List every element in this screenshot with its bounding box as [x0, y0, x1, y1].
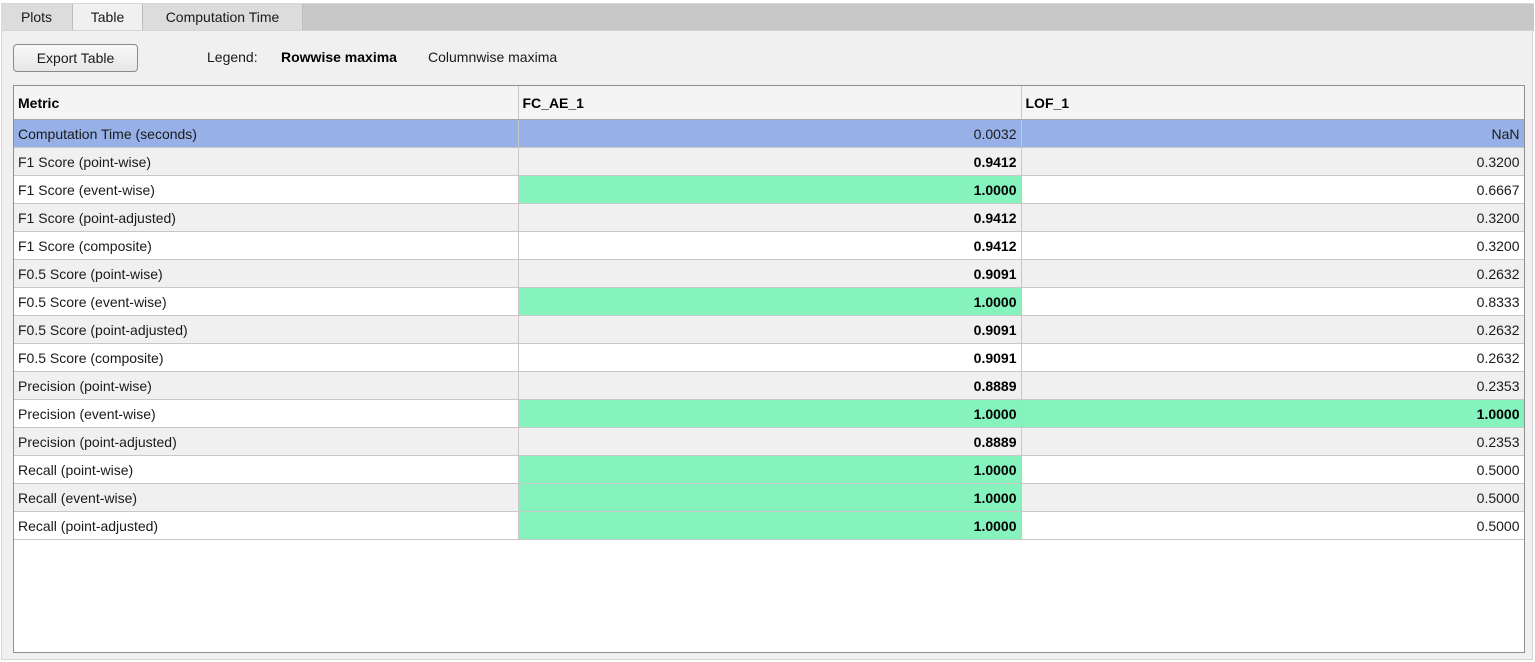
fc-ae-1-value-cell[interactable]: 0.9091: [518, 343, 1022, 372]
table-row[interactable]: Precision (event-wise) 1.0000 1.0000: [14, 399, 1524, 428]
export-table-button[interactable]: Export Table: [13, 44, 138, 72]
fc-ae-1-value-cell[interactable]: 0.8889: [518, 371, 1022, 400]
metric-cell[interactable]: Computation Time (seconds): [14, 119, 519, 148]
metric-cell[interactable]: F0.5 Score (event-wise): [14, 287, 519, 316]
fc-ae-1-value-cell[interactable]: 0.8889: [518, 427, 1022, 456]
lof-1-value-cell[interactable]: 0.8333: [1021, 287, 1524, 316]
lof-1-value-cell[interactable]: 0.5000: [1021, 511, 1524, 540]
metric-cell[interactable]: Recall (point-wise): [14, 455, 519, 484]
table-row[interactable]: F0.5 Score (event-wise) 1.0000 0.8333: [14, 287, 1524, 316]
lof-1-value-cell[interactable]: NaN: [1021, 119, 1524, 148]
lof-1-value-cell[interactable]: 0.3200: [1021, 147, 1524, 176]
column-header-lof-1[interactable]: LOF_1: [1021, 86, 1524, 120]
fc-ae-1-value-cell[interactable]: 0.9091: [518, 315, 1022, 344]
fc-ae-1-value-cell[interactable]: 0.9412: [518, 147, 1022, 176]
lof-1-value-cell[interactable]: 0.6667: [1021, 175, 1524, 204]
lof-1-value-cell[interactable]: 0.2353: [1021, 371, 1524, 400]
metric-cell[interactable]: F1 Score (event-wise): [14, 175, 519, 204]
metric-cell[interactable]: F1 Score (composite): [14, 231, 519, 260]
metric-cell[interactable]: Precision (event-wise): [14, 399, 519, 428]
column-header-metric[interactable]: Metric: [14, 86, 519, 120]
table-row[interactable]: Computation Time (seconds) 0.0032 NaN: [14, 119, 1524, 148]
results-table: Metric FC_AE_1 LOF_1 Computation Time (s…: [14, 86, 1524, 540]
legend-rowwise-maxima: Rowwise maxima: [281, 49, 397, 65]
lof-1-value-cell[interactable]: 0.5000: [1021, 483, 1524, 512]
metric-cell[interactable]: F0.5 Score (point-adjusted): [14, 315, 519, 344]
table-row[interactable]: Precision (point-wise) 0.8889 0.2353: [14, 371, 1524, 400]
metric-cell[interactable]: F0.5 Score (composite): [14, 343, 519, 372]
fc-ae-1-value-cell[interactable]: 0.9091: [518, 259, 1022, 288]
lof-1-value-cell[interactable]: 0.2632: [1021, 315, 1524, 344]
fc-ae-1-value-cell[interactable]: 1.0000: [518, 511, 1022, 540]
table-row[interactable]: F0.5 Score (point-adjusted) 0.9091 0.2632: [14, 315, 1524, 344]
metric-cell[interactable]: F0.5 Score (point-wise): [14, 259, 519, 288]
fc-ae-1-value-cell[interactable]: 1.0000: [518, 483, 1022, 512]
tab-plots[interactable]: Plots: [1, 4, 73, 31]
fc-ae-1-value-cell[interactable]: 0.9412: [518, 231, 1022, 260]
table-row[interactable]: Recall (point-wise) 1.0000 0.5000: [14, 455, 1524, 484]
lof-1-value-cell[interactable]: 0.2632: [1021, 259, 1524, 288]
table-row[interactable]: F1 Score (point-wise) 0.9412 0.3200: [14, 147, 1524, 176]
fc-ae-1-value-cell[interactable]: 0.9412: [518, 203, 1022, 232]
table-row[interactable]: F1 Score (point-adjusted) 0.9412 0.3200: [14, 203, 1524, 232]
lof-1-value-cell[interactable]: 0.2632: [1021, 343, 1524, 372]
lof-1-value-cell[interactable]: 1.0000: [1021, 399, 1524, 428]
fc-ae-1-value-cell[interactable]: 1.0000: [518, 455, 1022, 484]
metric-cell[interactable]: F1 Score (point-wise): [14, 147, 519, 176]
fc-ae-1-value-cell[interactable]: 1.0000: [518, 399, 1022, 428]
lof-1-value-cell[interactable]: 0.3200: [1021, 231, 1524, 260]
lof-1-value-cell[interactable]: 0.3200: [1021, 203, 1524, 232]
fc-ae-1-value-cell[interactable]: 0.0032: [518, 119, 1022, 148]
table-row[interactable]: F0.5 Score (point-wise) 0.9091 0.2632: [14, 259, 1524, 288]
table-row[interactable]: F0.5 Score (composite) 0.9091 0.2632: [14, 343, 1524, 372]
tab-bar: Plots Table Computation Time: [1, 3, 1534, 32]
legend-columnwise-maxima: Columnwise maxima: [428, 49, 558, 65]
legend-label: Legend:: [207, 49, 258, 65]
tab-computation-time[interactable]: Computation Time: [143, 4, 303, 31]
table-row[interactable]: Recall (event-wise) 1.0000 0.5000: [14, 483, 1524, 512]
table-row[interactable]: F1 Score (composite) 0.9412 0.3200: [14, 231, 1524, 260]
tab-table[interactable]: Table: [73, 4, 143, 32]
table-row[interactable]: Precision (point-adjusted) 0.8889 0.2353: [14, 427, 1524, 456]
lof-1-value-cell[interactable]: 0.2353: [1021, 427, 1524, 456]
table-header-row: Metric FC_AE_1 LOF_1: [14, 86, 1524, 120]
metric-cell[interactable]: Recall (event-wise): [14, 483, 519, 512]
results-table-container[interactable]: Metric FC_AE_1 LOF_1 Computation Time (s…: [13, 85, 1525, 653]
lof-1-value-cell[interactable]: 0.5000: [1021, 455, 1524, 484]
fc-ae-1-value-cell[interactable]: 1.0000: [518, 175, 1022, 204]
table-row[interactable]: Recall (point-adjusted) 1.0000 0.5000: [14, 511, 1524, 540]
metric-cell[interactable]: Recall (point-adjusted): [14, 511, 519, 540]
table-body: Computation Time (seconds) 0.0032 NaN F1 Sc…: [14, 119, 1524, 540]
metric-cell[interactable]: F1 Score (point-adjusted): [14, 203, 519, 232]
fc-ae-1-value-cell[interactable]: 1.0000: [518, 287, 1022, 316]
metric-cell[interactable]: Precision (point-adjusted): [14, 427, 519, 456]
table-row[interactable]: F1 Score (event-wise) 1.0000 0.6667: [14, 175, 1524, 204]
column-header-fc-ae-1[interactable]: FC_AE_1: [518, 86, 1022, 120]
metric-cell[interactable]: Precision (point-wise): [14, 371, 519, 400]
